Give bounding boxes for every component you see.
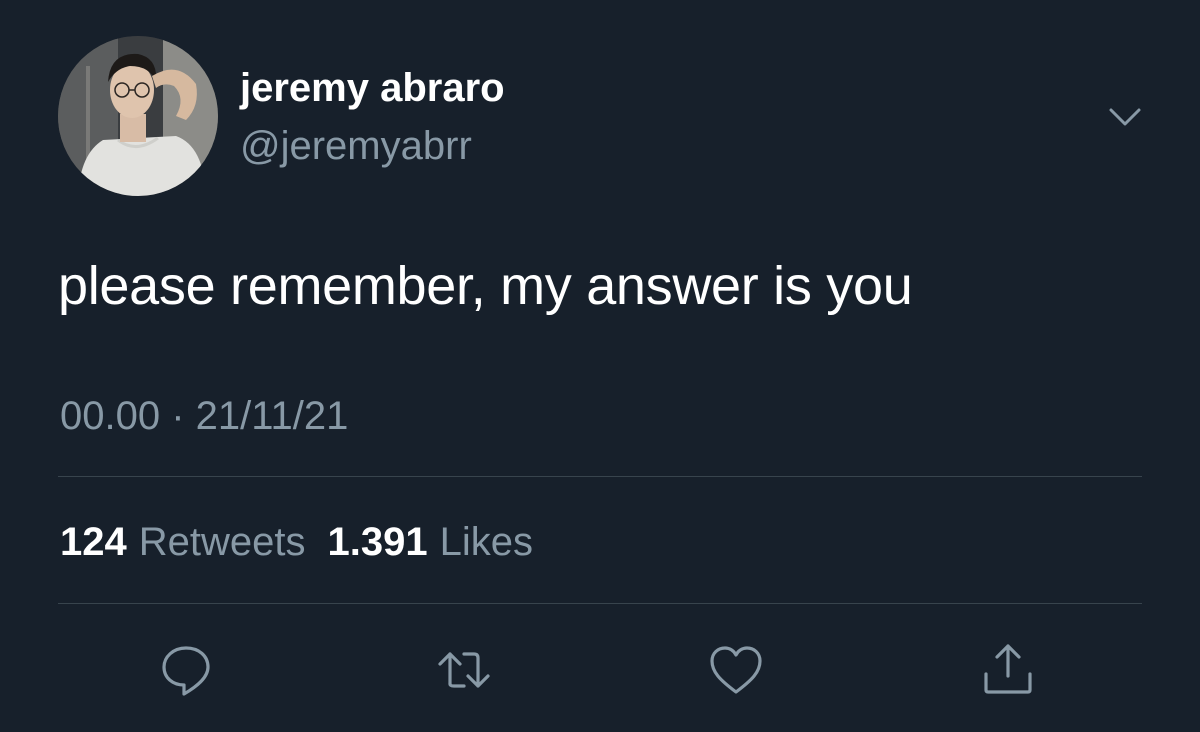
tweet-stats: 124 Retweets 1.391 Likes <box>60 518 533 566</box>
retweets-label: Retweets <box>138 520 306 564</box>
reply-icon <box>162 646 210 696</box>
tweet-text: please remember, my answer is you <box>58 256 913 316</box>
share-button[interactable] <box>978 640 1038 700</box>
likes-label: Likes <box>439 520 533 564</box>
retweets-stat[interactable]: 124 Retweets <box>60 520 306 564</box>
like-button[interactable] <box>706 640 766 700</box>
retweets-count: 124 <box>60 520 127 564</box>
likes-count: 1.391 <box>327 520 428 564</box>
avatar-photo <box>58 36 218 196</box>
divider <box>58 603 1142 604</box>
retweet-button[interactable] <box>434 640 494 700</box>
tweet-timestamp[interactable]: 00.00 · 21/11/21 <box>60 392 348 440</box>
chevron-down-icon[interactable] <box>1105 102 1145 132</box>
share-icon <box>984 644 1032 694</box>
heart-icon <box>710 646 762 694</box>
avatar[interactable] <box>58 36 218 196</box>
reply-button[interactable] <box>156 640 216 700</box>
divider <box>58 476 1142 477</box>
user-handle[interactable]: @jeremyabrr <box>240 122 472 170</box>
display-name[interactable]: jeremy abraro <box>240 64 505 112</box>
retweet-icon <box>438 652 490 688</box>
likes-stat[interactable]: 1.391 Likes <box>328 520 534 564</box>
